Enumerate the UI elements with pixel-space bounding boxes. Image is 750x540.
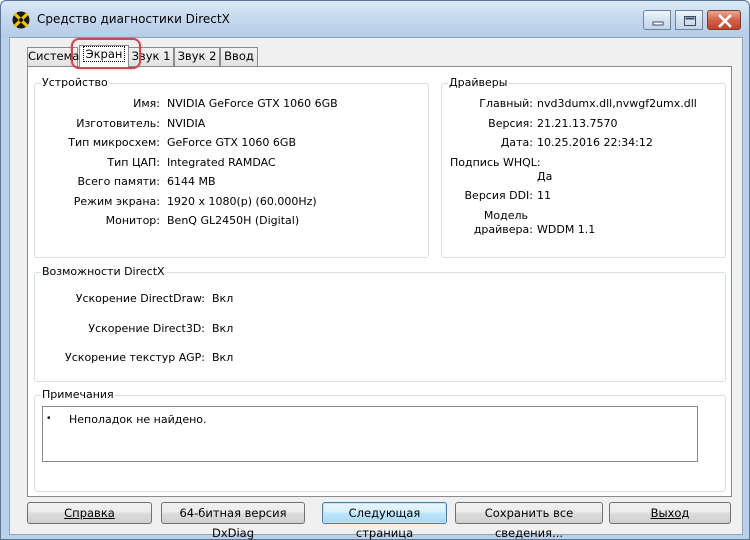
device-group: Устройство Имя: NVIDIA GeForce GTX 1060 …: [34, 76, 429, 258]
dialog-client-area: Система Экран Звук 1 Звук 2 Ввод Устройс…: [9, 37, 743, 540]
notes-text: Неполадок не найдено.: [69, 413, 207, 426]
notes-bullet: •: [47, 413, 51, 424]
title-bar[interactable]: Средство диагностики DirectX: [1, 1, 749, 37]
save-all-info-button[interactable]: Сохранить все сведения...: [455, 502, 603, 540]
dac-type-value: Integrated RAMDAC: [167, 156, 276, 169]
main-driver-value: nvd3dumx.dll,nvwgf2umx.dll: [537, 97, 697, 110]
next-page-button-label: Следующая страница: [348, 506, 421, 540]
display-mode-value: 1920 x 1080(p) (60.000Hz): [167, 195, 317, 208]
notes-textbox[interactable]: • Неполадок не найдено.: [42, 406, 698, 462]
directdraw-accel-label: Ускорение DirectDraw:: [75, 292, 205, 305]
tab-sound-2[interactable]: Звук 2: [174, 47, 220, 66]
minimize-button[interactable]: [643, 10, 671, 30]
dxdiag-64bit-button[interactable]: 64-битная версия DxDiag: [161, 502, 305, 540]
direct3d-accel-label: Ускорение Direct3D:: [88, 322, 205, 335]
chip-type-value: GeForce GTX 1060 6GB: [167, 136, 296, 149]
driver-model-label-line1: Модель: [483, 209, 528, 222]
direct3d-accel-value: Вкл: [212, 322, 234, 335]
driver-model-label-line2: драйвера:: [473, 223, 533, 236]
driver-model-value: WDDM 1.1: [537, 223, 596, 236]
tab-input[interactable]: Ввод: [220, 47, 258, 66]
dac-type-label: Тип ЦАП:: [107, 156, 160, 169]
help-button[interactable]: Справка: [27, 502, 152, 524]
monitor-value: BenQ GL2450H (Digital): [167, 214, 300, 227]
next-page-button[interactable]: Следующая страница: [322, 502, 447, 540]
agp-texture-accel-label: Ускорение текстур AGP:: [65, 351, 205, 364]
device-name-value: NVIDIA GeForce GTX 1060 6GB: [167, 97, 338, 110]
main-driver-label: Главный:: [479, 97, 533, 110]
dxdiag-window: Средство диагностики DirectX Система Экр…: [0, 0, 750, 540]
manufacturer-label: Изготовитель:: [76, 117, 160, 130]
directx-features-title: Возможности DirectX: [41, 265, 166, 278]
tab-sound-2-label: Звук 2: [177, 49, 217, 63]
total-memory-value: 6144 MB: [167, 175, 216, 188]
directdraw-accel-value: Вкл: [212, 292, 234, 305]
tab-highlight-ring: [71, 38, 141, 69]
window-title: Средство диагностики DirectX: [37, 12, 230, 26]
whql-value: Да: [537, 170, 553, 183]
maximize-icon: [684, 16, 696, 26]
exit-button[interactable]: Выход: [609, 502, 731, 524]
chip-type-label: Тип микросхем:: [68, 136, 160, 149]
close-button[interactable]: [707, 10, 741, 30]
manufacturer-value: NVIDIA: [167, 117, 206, 130]
driver-version-value: 21.21.13.7570: [537, 117, 618, 130]
ddi-version-value: 11: [537, 189, 551, 202]
drivers-group: Драйверы Главный: nvd3dumx.dll,nvwgf2umx…: [441, 76, 726, 258]
notes-group-title: Примечания: [41, 388, 115, 401]
driver-date-value: 10.25.2016 22:34:12: [537, 136, 653, 149]
driver-version-label: Версия:: [488, 117, 533, 130]
dxdiag-64bit-button-label: 64-битная версия DxDiag: [179, 506, 287, 540]
driver-date-label: Дата:: [500, 136, 533, 149]
save-all-info-button-label: Сохранить все сведения...: [484, 506, 574, 540]
help-button-label: Справка: [64, 506, 115, 520]
display-mode-label: Режим экрана:: [73, 195, 160, 208]
drivers-group-title: Драйверы: [448, 76, 509, 89]
tab-input-label: Ввод: [224, 49, 254, 63]
directx-logo-icon: [12, 11, 30, 29]
device-group-title: Устройство: [41, 76, 109, 89]
agp-texture-accel-value: Вкл: [212, 351, 234, 364]
exit-button-label: Выход: [650, 506, 690, 520]
maximize-button[interactable]: [675, 10, 703, 30]
device-name-label: Имя:: [133, 97, 160, 110]
ddi-version-label: Версия DDI:: [464, 189, 534, 202]
close-icon: [718, 14, 732, 28]
minimize-icon: [652, 21, 664, 26]
whql-label: Подпись WHQL:: [450, 156, 541, 169]
monitor-label: Монитор:: [105, 214, 160, 227]
total-memory-label: Всего памяти:: [77, 175, 160, 188]
directx-features-group: Возможности DirectX Ускорение DirectDraw…: [34, 265, 726, 382]
